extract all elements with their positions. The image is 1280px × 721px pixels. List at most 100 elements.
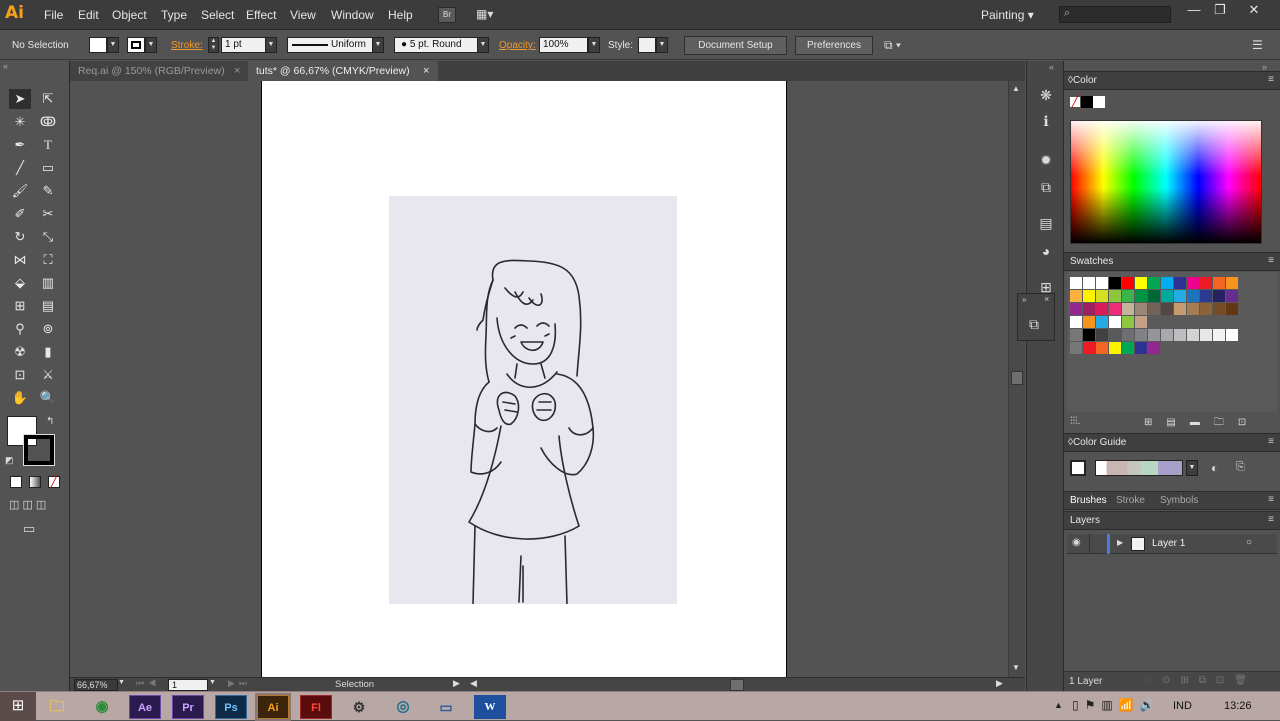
color-swatch[interactable]: [1187, 329, 1199, 341]
rectangle-tool-icon[interactable]: ▭: [37, 158, 59, 178]
eyedropper-tool-icon[interactable]: ⚲: [9, 319, 31, 339]
menu-view[interactable]: View: [290, 8, 316, 22]
base-color-box[interactable]: [1070, 460, 1086, 476]
menu-file[interactable]: File: [44, 8, 63, 22]
menu-effect[interactable]: Effect: [246, 8, 276, 22]
transform-panel-icon[interactable]: ⧉: [1036, 177, 1056, 197]
expand-panels-icon[interactable]: «: [1049, 62, 1054, 72]
color-swatch[interactable]: [1070, 277, 1082, 289]
stroke-weight-stepper[interactable]: ▲ ▼: [208, 37, 219, 53]
color-swatch[interactable]: [1135, 342, 1147, 354]
slice-tool-icon[interactable]: ⚔: [37, 365, 59, 385]
menu-object[interactable]: Object: [112, 8, 147, 22]
taskbar-flash[interactable]: Fl: [300, 695, 332, 719]
document-setup-button[interactable]: Document Setup: [684, 36, 787, 55]
harmony-dropdown-icon[interactable]: ▼: [1186, 460, 1198, 476]
default-colors-icon[interactable]: ◩: [5, 455, 14, 466]
menu-edit[interactable]: Edit: [78, 8, 99, 22]
black-color-swatch[interactable]: [1081, 96, 1093, 108]
zoom-level-input[interactable]: 66,67%: [74, 679, 118, 691]
color-swatch[interactable]: [1083, 316, 1095, 328]
panel-menu-icon[interactable]: ≡: [1268, 514, 1274, 525]
color-swatch[interactable]: [1096, 342, 1108, 354]
gradient-panel-icon[interactable]: ▤: [1036, 213, 1056, 233]
color-swatch[interactable]: [1161, 329, 1173, 341]
harmony-rules-bar[interactable]: [1095, 460, 1183, 476]
color-swatch[interactable]: [1083, 329, 1095, 341]
color-swatch[interactable]: [1161, 303, 1173, 315]
show-hidden-icons[interactable]: ▲: [1054, 700, 1063, 710]
zoom-tool-icon[interactable]: 🔍: [37, 388, 59, 408]
system-tray-icons[interactable]: ▯⚑▥📶🔊: [1072, 698, 1161, 712]
transparency-panel-icon[interactable]: ◕: [1036, 241, 1056, 261]
opacity-label[interactable]: Opacity:: [499, 40, 536, 51]
color-swatch[interactable]: [1096, 329, 1108, 341]
color-spectrum[interactable]: [1070, 120, 1262, 244]
taskbar-illustrator[interactable]: Ai: [255, 693, 291, 721]
stroke-weight-dropdown[interactable]: ▼: [265, 37, 277, 53]
rotate-tool-icon[interactable]: ↻: [9, 227, 31, 247]
arrange-documents-icon[interactable]: ▦▾: [476, 7, 502, 23]
hand-tool-icon[interactable]: ✋: [9, 388, 31, 408]
color-swatch[interactable]: [1226, 290, 1238, 302]
window-app-icon[interactable]: ▭: [430, 695, 462, 719]
layers-actions-icons[interactable]: ◌⊙⊞⧉⊡🗑: [1146, 675, 1257, 686]
none-mode-icon[interactable]: ╱: [48, 476, 60, 488]
none-color-icon[interactable]: ╱: [1069, 96, 1081, 108]
artboard-number-input[interactable]: 1: [168, 679, 208, 691]
color-swatch[interactable]: [1109, 277, 1121, 289]
color-swatch[interactable]: [1096, 277, 1108, 289]
zoom-dropdown-icon[interactable]: ▼: [118, 679, 125, 686]
color-swatch[interactable]: [1148, 277, 1160, 289]
close-icon[interactable]: ×: [234, 61, 240, 81]
stroke-swatch[interactable]: [127, 37, 145, 53]
color-swatch[interactable]: [1096, 290, 1108, 302]
shape-builder-tool-icon[interactable]: ⬙: [9, 273, 31, 293]
pen-tool-icon[interactable]: ✒: [9, 135, 31, 155]
color-swatch[interactable]: [1213, 329, 1225, 341]
vertical-scroll-thumb[interactable]: [1011, 371, 1023, 385]
scroll-up-arrow-icon[interactable]: ▲: [1012, 84, 1020, 93]
preferences-button[interactable]: Preferences: [795, 36, 873, 55]
color-swatch[interactable]: [1122, 342, 1134, 354]
color-swatch[interactable]: [1213, 277, 1225, 289]
opacity-dropdown[interactable]: ▼: [588, 37, 600, 53]
color-swatch[interactable]: [1109, 303, 1121, 315]
color-swatch[interactable]: [1200, 277, 1212, 289]
color-swatch[interactable]: [1200, 329, 1212, 341]
layer-row[interactable]: ◉ ▶ Layer 1 ○: [1067, 534, 1277, 554]
color-swatch[interactable]: [1135, 316, 1147, 328]
menu-help[interactable]: Help: [388, 8, 413, 22]
color-swatch[interactable]: [1187, 303, 1199, 315]
color-swatch[interactable]: [1174, 277, 1186, 289]
tab-symbols[interactable]: Symbols: [1160, 495, 1198, 506]
artboard-prev-icons[interactable]: ⏮◀: [136, 678, 160, 689]
blob-brush-tool-icon[interactable]: ✐: [9, 204, 31, 224]
close-button[interactable]: ✕: [1240, 2, 1268, 20]
panel-menu-icon[interactable]: ≡: [1268, 255, 1274, 266]
color-swatch[interactable]: [1109, 342, 1121, 354]
color-swatch[interactable]: [1187, 277, 1199, 289]
layer-name[interactable]: Layer 1: [1152, 538, 1185, 549]
color-swatch[interactable]: [1187, 290, 1199, 302]
horizontal-scroll-thumb[interactable]: [730, 679, 744, 691]
symbol-sprayer-tool-icon[interactable]: ☢: [9, 342, 31, 362]
eye-icon[interactable]: ◉: [1072, 537, 1081, 548]
opacity-input[interactable]: 100%: [539, 37, 588, 53]
style-swatch[interactable]: [638, 37, 656, 53]
scroll-left-arrow-icon[interactable]: ◀: [470, 678, 477, 689]
color-swatch[interactable]: [1135, 290, 1147, 302]
type-tool-icon[interactable]: T: [37, 135, 59, 155]
color-swatch[interactable]: [1109, 329, 1121, 341]
file-explorer-icon[interactable]: 🗀: [41, 695, 73, 719]
color-swatch[interactable]: [1135, 303, 1147, 315]
free-transform-tool-icon[interactable]: ⛶: [37, 250, 59, 270]
info-panel-icon[interactable]: ℹ: [1036, 111, 1056, 131]
column-graph-tool-icon[interactable]: ▮: [37, 342, 59, 362]
scroll-down-arrow-icon[interactable]: ▼: [1012, 663, 1020, 672]
tab-tuts[interactable]: tuts* @ 66,67% (CMYK/Preview) ×: [248, 61, 438, 81]
color-swatch[interactable]: [1122, 303, 1134, 315]
chrome-icon[interactable]: ◉: [86, 695, 118, 719]
scroll-right-arrow-icon[interactable]: ▶: [996, 678, 1003, 689]
swatch-libraries-icon[interactable]: ⫶⫶⫶.: [1070, 416, 1080, 427]
